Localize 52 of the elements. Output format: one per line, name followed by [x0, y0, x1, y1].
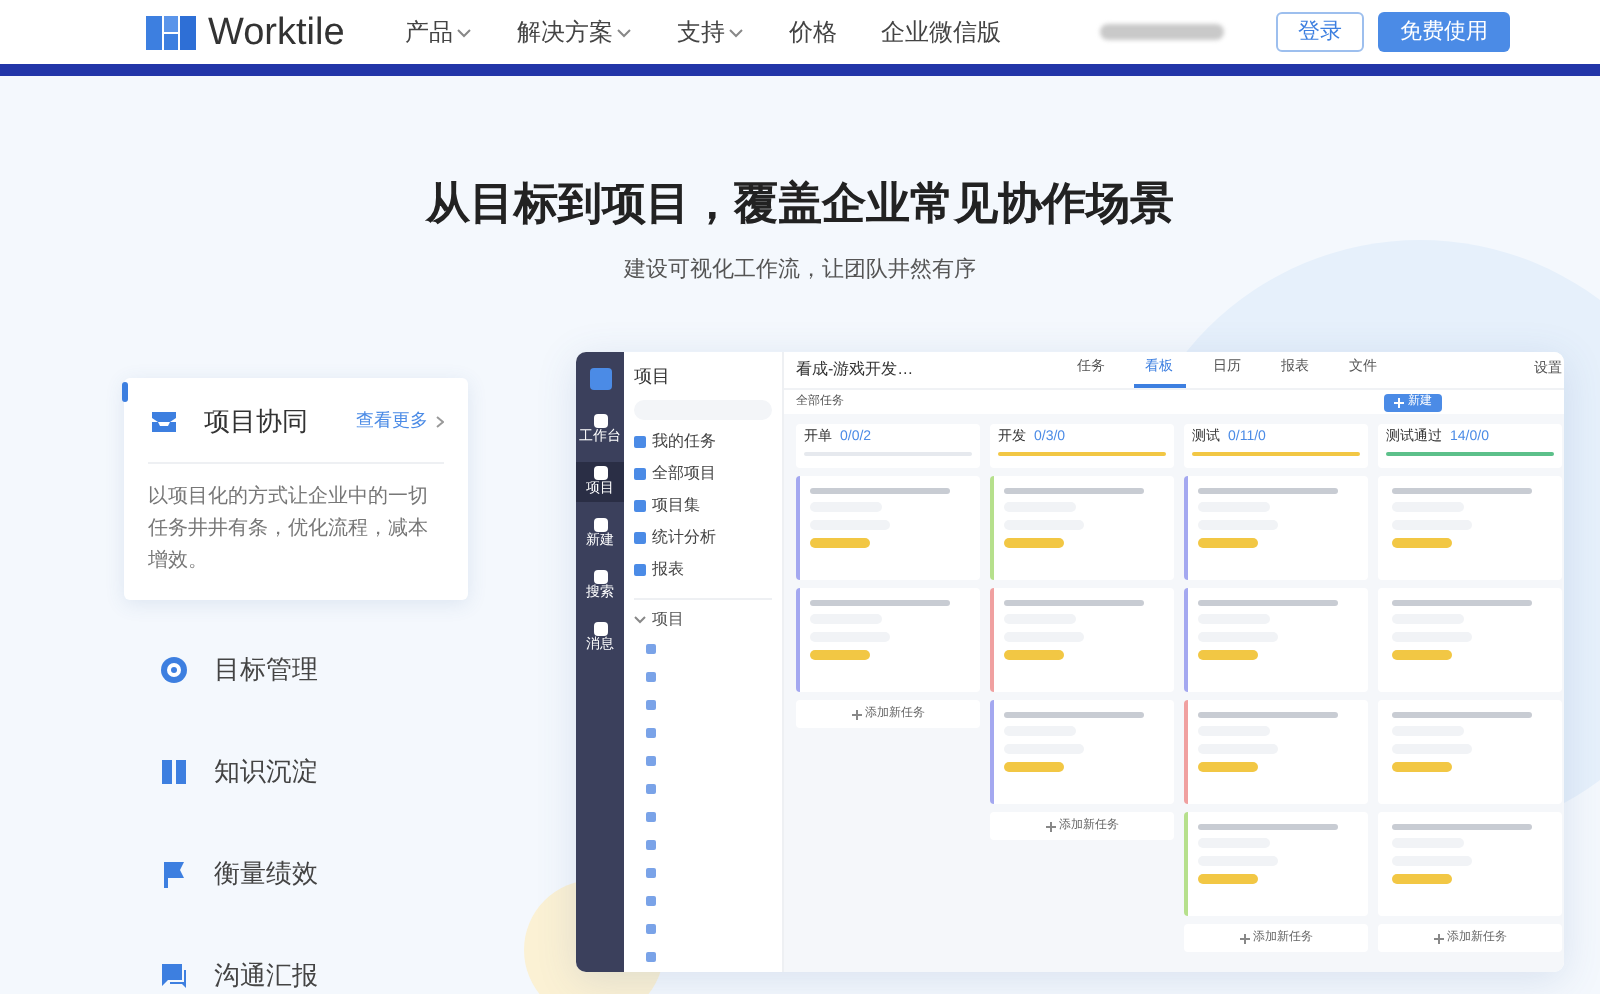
- view-more-link[interactable]: 查看更多: [356, 408, 428, 435]
- logo-icon: [146, 15, 196, 49]
- plus-icon: [1433, 933, 1443, 943]
- panel-title: 项目: [634, 364, 672, 390]
- caret-icon: [728, 27, 745, 37]
- nav-menu-item[interactable]: 企业微信版: [880, 14, 1001, 50]
- plus-icon: [851, 709, 861, 719]
- nav-menu-item[interactable]: 解决方案: [516, 14, 633, 50]
- panel-nav-item[interactable]: 全部项目: [634, 461, 772, 487]
- flag-icon: [158, 858, 190, 890]
- app-logo-icon: [589, 368, 611, 390]
- feature-item[interactable]: 衡量绩效: [124, 823, 318, 925]
- task-card[interactable]: [1184, 476, 1368, 580]
- task-card[interactable]: [796, 476, 980, 580]
- task-card[interactable]: [1184, 812, 1368, 916]
- tree-group-label: 项目: [652, 607, 684, 631]
- chevron-right-icon: [436, 415, 444, 428]
- feature-title: 项目协同: [204, 404, 308, 440]
- task-card[interactable]: [990, 700, 1174, 804]
- feature-card[interactable]: 项目协同 查看更多 以项目化的方式让企业中的一切任务井井有条，优化流程，减本增效。: [124, 378, 468, 599]
- book-icon: [158, 756, 190, 788]
- feature-description: 以项目化的方式让企业中的一切任务井井有条，优化流程，减本增效。: [148, 483, 430, 575]
- logo-text: Worktile: [208, 13, 345, 51]
- hero-title: 从目标到项目，覆盖企业常见协作场景: [423, 182, 1176, 226]
- caret-icon: [634, 615, 646, 623]
- nav-menu-item[interactable]: 支持: [676, 14, 745, 50]
- target-icon: [158, 654, 190, 686]
- panel-nav-item[interactable]: 统计分析: [634, 525, 772, 551]
- active-indicator: [122, 382, 128, 402]
- hero-subtitle: 建设可视化工作流，让团队井然有序: [622, 260, 978, 282]
- task-card[interactable]: [1184, 588, 1368, 692]
- board-title: 看成-游戏开发…: [796, 358, 914, 382]
- blurred-phone-number: [1100, 24, 1224, 40]
- caret-icon: [456, 27, 473, 37]
- task-card[interactable]: [990, 476, 1174, 580]
- panel-nav-item[interactable]: 项目集: [634, 493, 772, 519]
- nav-menu-item[interactable]: 价格: [788, 14, 837, 50]
- task-card[interactable]: [796, 588, 980, 692]
- task-card[interactable]: [990, 588, 1174, 692]
- plus-icon: [1045, 821, 1055, 831]
- panel-nav-item[interactable]: 报表: [634, 557, 772, 583]
- plus-icon: [1394, 397, 1404, 407]
- feature-item[interactable]: 目标管理: [124, 619, 318, 721]
- task-card[interactable]: [1184, 700, 1368, 804]
- plus-icon: [1239, 933, 1249, 943]
- caret-icon: [616, 27, 633, 37]
- panel-nav-item[interactable]: 我的任务: [634, 429, 772, 455]
- login-button[interactable]: 登录: [1276, 12, 1364, 52]
- nav-menu-item[interactable]: 产品: [404, 14, 473, 50]
- feature-item[interactable]: 知识沉淀: [124, 721, 318, 823]
- feature-item[interactable]: 沟通汇报: [124, 925, 318, 994]
- chat-bubbles-icon: [158, 960, 190, 992]
